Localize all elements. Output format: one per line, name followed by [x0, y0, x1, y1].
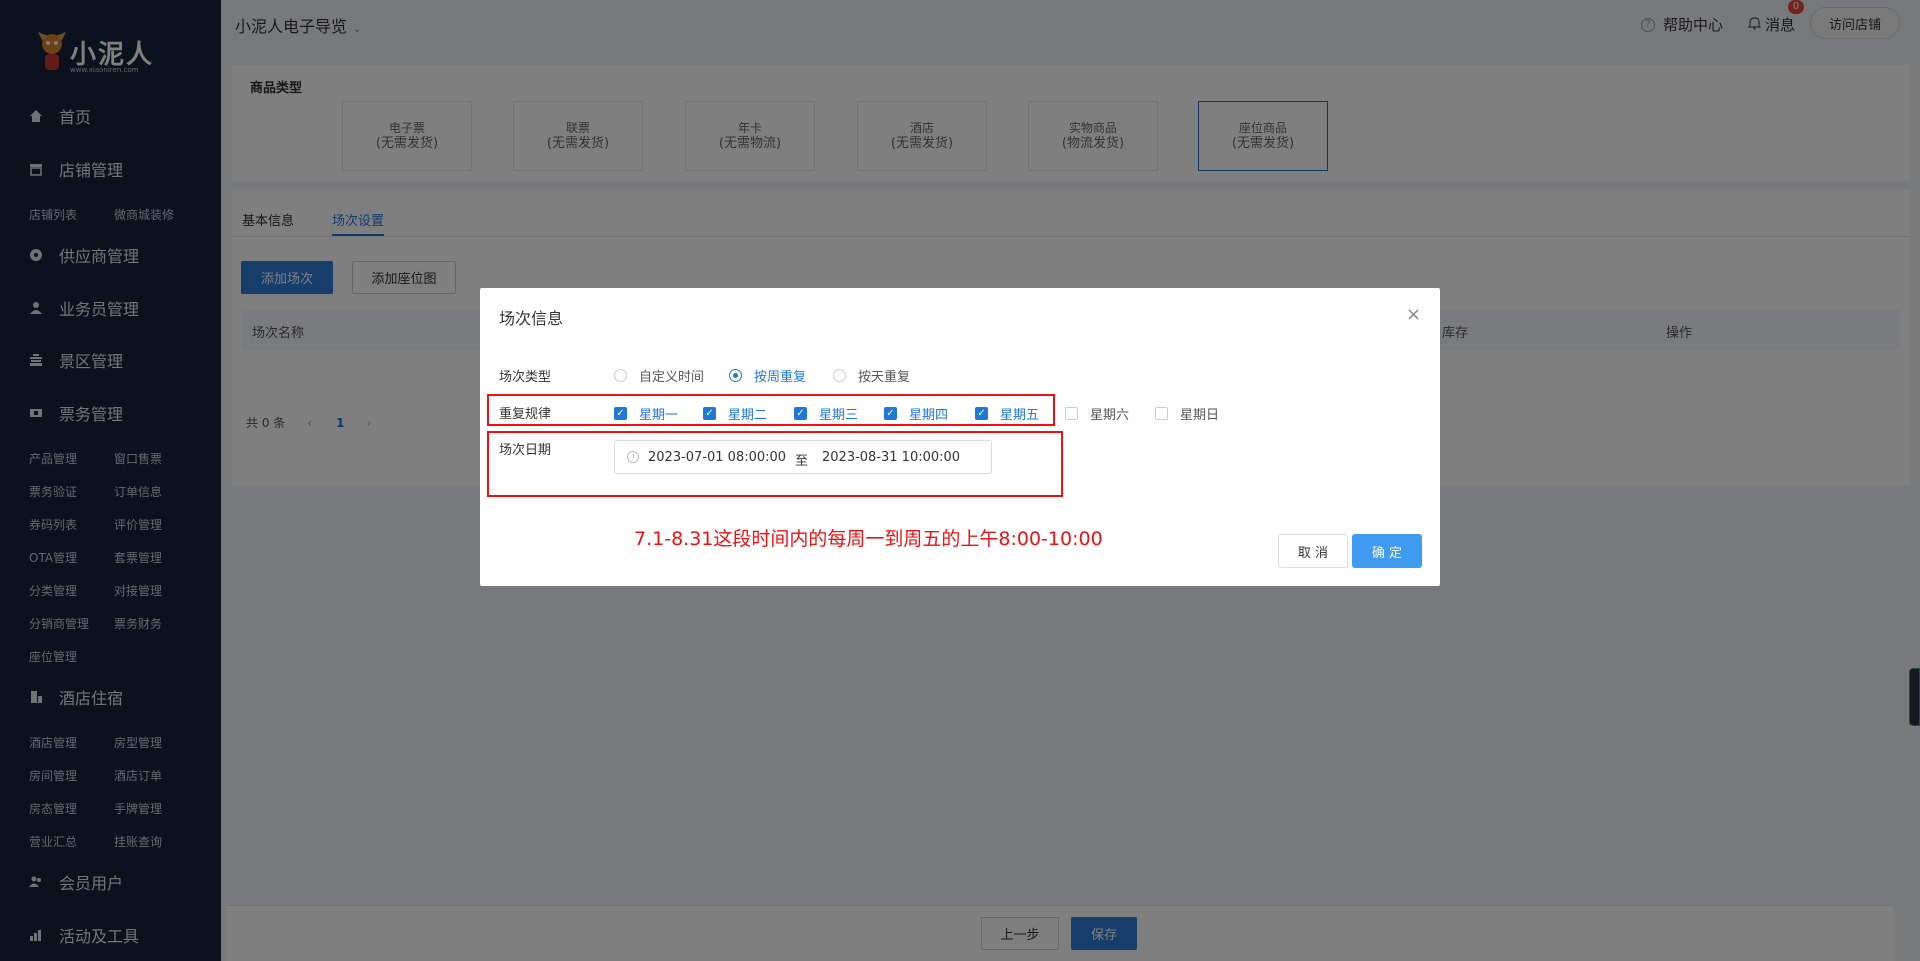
session-info-dialog: 场次信息 × 场次类型 自定义时间 按周重复 按天重复 重复规律 ✓ 星期一 ✓ 星… — [480, 288, 1440, 586]
radio-dot — [833, 369, 846, 382]
checkbox-sunday[interactable]: 星期日 — [1155, 404, 1219, 423]
checkbox-box — [1155, 407, 1168, 420]
checkbox-label: 星期日 — [1180, 408, 1220, 423]
annotation-box-repeat — [487, 394, 1055, 426]
checkbox-box — [1065, 407, 1078, 420]
radio-label: 自定义时间 — [639, 370, 705, 385]
cancel-button[interactable]: 取 消 — [1278, 534, 1348, 568]
checkbox-saturday[interactable]: 星期六 — [1065, 404, 1129, 423]
checkbox-label: 星期六 — [1090, 408, 1130, 423]
close-icon[interactable]: × — [1406, 304, 1421, 325]
confirm-button[interactable]: 确 定 — [1352, 534, 1422, 568]
radio-daily-repeat[interactable]: 按天重复 — [833, 366, 910, 385]
radio-label: 按周重复 — [754, 370, 807, 385]
radio-dot — [729, 369, 742, 382]
radio-label: 按天重复 — [858, 370, 911, 385]
session-type-label: 场次类型 — [499, 370, 552, 385]
dialog-title: 场次信息 — [499, 309, 564, 328]
radio-custom-time[interactable]: 自定义时间 — [614, 366, 704, 385]
annotation-text: 7.1-8.31这段时间内的每周一到周五的上午8:00-10:00 — [634, 528, 1103, 550]
radio-dot — [614, 369, 627, 382]
radio-weekly-repeat[interactable]: 按周重复 — [729, 366, 806, 385]
annotation-box-date — [487, 431, 1063, 497]
